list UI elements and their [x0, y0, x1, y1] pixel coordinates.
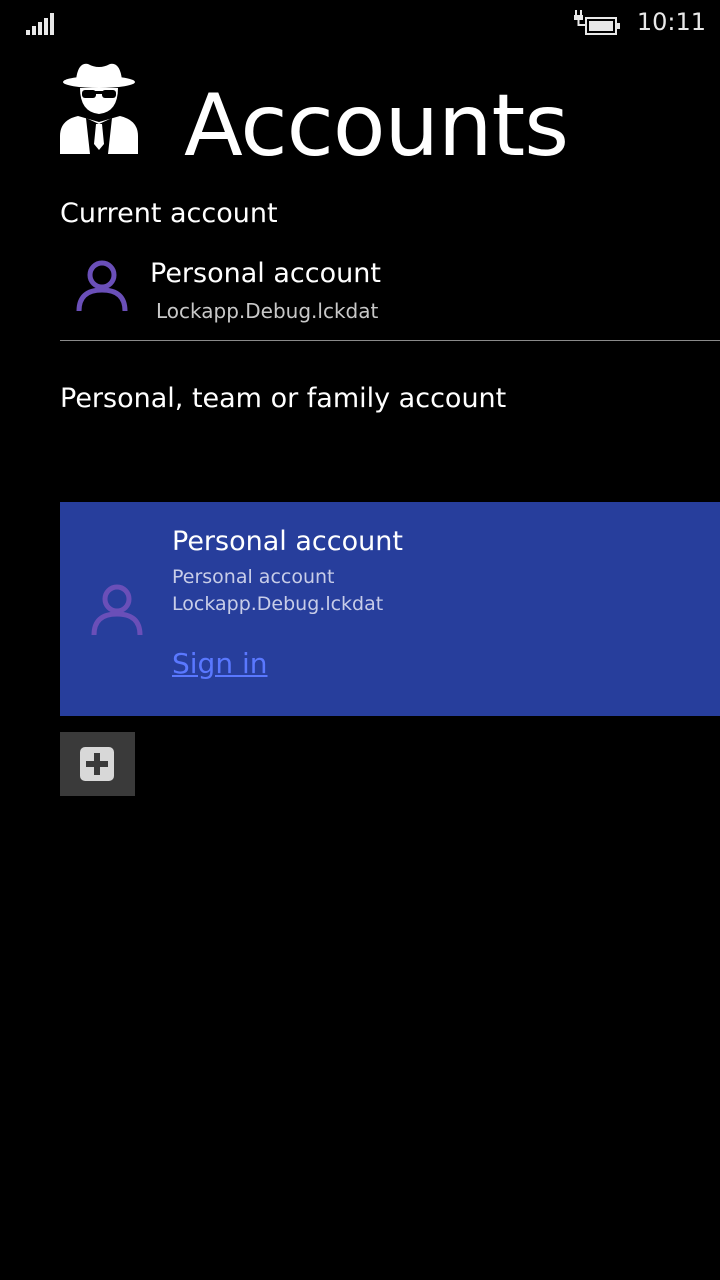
person-icon — [91, 584, 143, 636]
battery-charging-icon — [574, 10, 620, 35]
add-account-button[interactable] — [60, 732, 135, 796]
current-account-item[interactable]: Personal account Lockapp.Debug.lckdat — [60, 250, 720, 341]
signal-bars-icon — [26, 13, 54, 35]
current-account-name: Personal account — [150, 258, 381, 289]
account-file: Lockapp.Debug.lckdat — [172, 593, 384, 615]
spy-incognito-icon — [60, 63, 138, 154]
account-card[interactable]: Personal account Personal account Lockap… — [60, 502, 720, 716]
account-name: Personal account — [172, 526, 403, 557]
current-account-file: Lockapp.Debug.lckdat — [156, 299, 379, 323]
account-type: Personal account — [172, 566, 335, 588]
page-title: Accounts — [184, 76, 569, 176]
person-icon — [76, 260, 128, 312]
status-time: 10:11 — [636, 8, 706, 36]
status-bar: 10:11 — [0, 0, 720, 48]
current-account-heading: Current account — [60, 198, 278, 229]
sign-in-link[interactable]: Sign in — [172, 647, 268, 680]
accounts-list-heading: Personal, team or family account — [60, 383, 507, 414]
plus-icon — [80, 747, 114, 781]
